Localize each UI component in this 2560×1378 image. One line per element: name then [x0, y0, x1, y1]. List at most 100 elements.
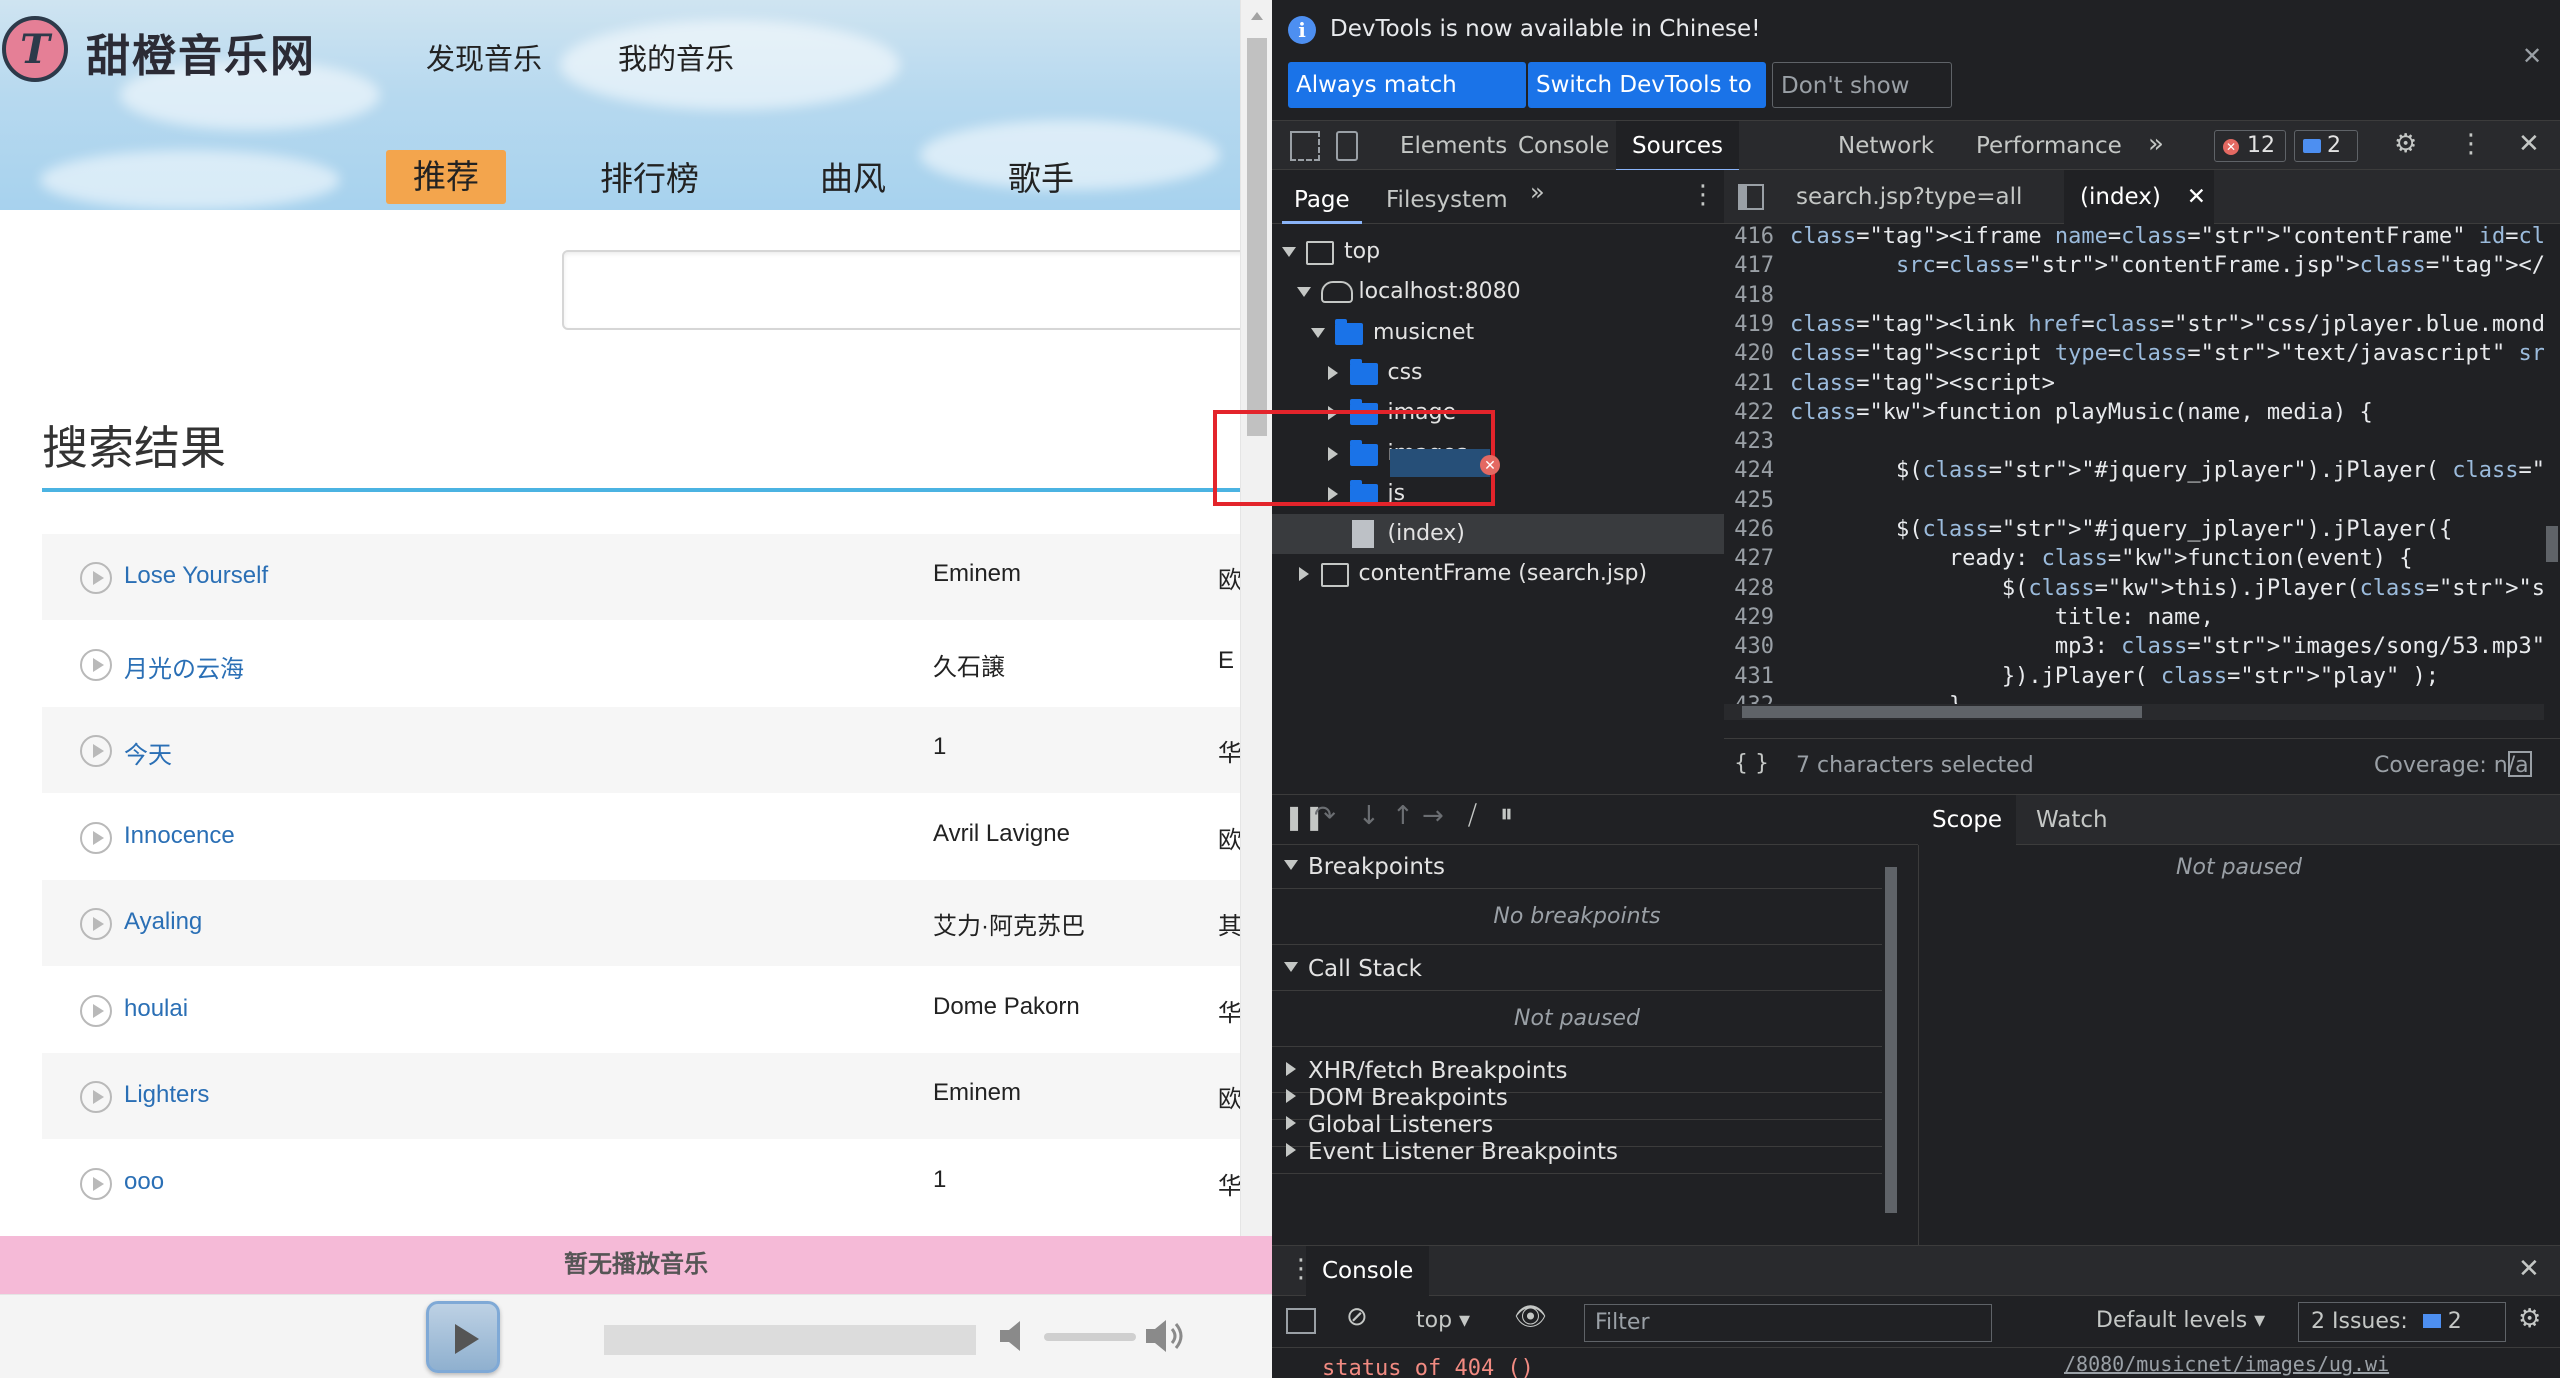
editor-tab-search[interactable]: search.jsp?type=all [1780, 170, 2038, 224]
step-over-icon[interactable]: ↷ [1314, 801, 1336, 831]
play-circle-icon[interactable] [80, 735, 112, 767]
song-row[interactable]: 月光の云海 久石譲 E [42, 620, 1252, 707]
more-tabs-icon[interactable]: » [2148, 129, 2164, 159]
collapse-arrow-icon[interactable] [1286, 1062, 1296, 1076]
song-title[interactable]: Innocence [124, 822, 235, 850]
play-button[interactable] [426, 1301, 500, 1373]
search-input[interactable] [562, 250, 1272, 330]
drawer-tab-console[interactable]: Console [1306, 1246, 1430, 1296]
match-language-button[interactable]: Always match Chrome's language [1288, 62, 1526, 190]
expand-arrow-icon[interactable] [1284, 962, 1298, 972]
section-call-stack[interactable]: Call Stack [1272, 947, 1882, 991]
subnav-singers[interactable]: 歌手 [1008, 152, 1074, 200]
tree-item-index[interactable]: (index) [1272, 514, 1724, 555]
expand-arrow-icon[interactable] [1311, 327, 1325, 338]
tree-item-localhost[interactable]: localhost:8080 [1272, 272, 1724, 312]
collapse-arrow-icon[interactable] [1327, 365, 1338, 380]
pause-on-exceptions-icon[interactable]: ⏸ [1500, 799, 1513, 830]
scrollbar-thumb[interactable] [1247, 38, 1267, 436]
play-circle-icon[interactable] [80, 908, 112, 940]
navigator-menu-icon[interactable]: ⋮ [1690, 180, 1716, 210]
song-row[interactable]: ooo 1 华 [42, 1139, 1252, 1226]
toggle-debugger-icon[interactable] [2508, 751, 2532, 777]
section-event-listener-breakpoints[interactable]: Event Listener Breakpoints [1272, 1130, 1882, 1174]
site-scrollbar[interactable] [1240, 0, 1272, 1378]
song-row[interactable]: Lighters Eminem 欧 [42, 1053, 1252, 1139]
song-row[interactable]: Lose Yourself Eminem 欧 [42, 534, 1252, 620]
pretty-print-icon[interactable]: { } [1734, 751, 1769, 776]
site-logo[interactable]: T [2, 16, 68, 82]
step-out-icon[interactable]: ↑ [1392, 801, 1414, 831]
error-count-badge[interactable]: ✕ 12 [2214, 130, 2286, 162]
tab-watch[interactable]: Watch [2022, 795, 2122, 845]
tree-item-contentframe[interactable]: contentFrame (search.jsp) [1272, 554, 1724, 594]
navigator-tab-filesystem[interactable]: Filesystem [1386, 180, 1508, 224]
tree-item-musicnet[interactable]: musicnet [1272, 313, 1724, 353]
line-number[interactable]: 423 [1724, 427, 1774, 456]
line-number[interactable]: 422 [1724, 398, 1774, 427]
song-title[interactable]: 月光の云海 [124, 649, 244, 684]
tab-scope[interactable]: Scope [1918, 795, 2017, 845]
tree-item-css[interactable]: css [1272, 353, 1724, 393]
song-title[interactable]: Lose Yourself [124, 562, 268, 590]
line-number[interactable]: 419 [1724, 310, 1774, 339]
console-filter-input[interactable]: Filter [1584, 1304, 1992, 1342]
toggle-navigator-icon[interactable] [1738, 184, 1764, 210]
tab-performance[interactable]: Performance [1976, 121, 2122, 171]
close-tab-icon[interactable]: ✕ [2187, 170, 2206, 224]
scrollbar-thumb[interactable] [1885, 867, 1897, 1213]
more-options-icon[interactable]: ⋮ [2458, 129, 2484, 159]
expand-arrow-icon[interactable] [1296, 287, 1311, 298]
editor-vertical-scrollbar[interactable] [2544, 224, 2560, 694]
play-circle-icon[interactable] [80, 1167, 112, 1200]
line-number[interactable]: 427 [1724, 544, 1774, 573]
line-number[interactable]: 416 [1724, 224, 1774, 251]
section-breakpoints[interactable]: Breakpoints [1272, 845, 1882, 889]
line-number[interactable]: 425 [1724, 486, 1774, 515]
device-toolbar-icon[interactable] [1336, 131, 1358, 161]
play-circle-icon[interactable] [80, 562, 112, 594]
step-into-icon[interactable]: ↓ [1358, 801, 1380, 831]
live-expression-eye-icon[interactable]: 👁 [1514, 1302, 1547, 1332]
line-number[interactable]: 431 [1724, 662, 1774, 691]
line-number[interactable]: 432 [1724, 691, 1774, 704]
deactivate-breakpoints-icon[interactable]: ⧸ [1468, 801, 1477, 832]
inspect-element-icon[interactable] [1290, 131, 1320, 161]
switch-chinese-button[interactable]: Switch DevTools to Chinese [1528, 62, 1766, 144]
line-number[interactable]: 424 [1724, 456, 1774, 485]
song-row[interactable]: houlai Dome Pakorn 华 [42, 966, 1252, 1053]
issues-button[interactable]: 2 Issues: 2 [2298, 1302, 2506, 1342]
line-number[interactable]: 418 [1724, 281, 1774, 310]
tab-sources[interactable]: Sources [1616, 121, 1739, 172]
play-circle-icon[interactable] [80, 648, 112, 681]
song-title[interactable]: Lighters [124, 1081, 209, 1109]
line-number[interactable]: 428 [1724, 574, 1774, 603]
settings-gear-icon[interactable]: ⚙ [2394, 129, 2417, 159]
close-devtools-icon[interactable]: ✕ [2518, 129, 2540, 159]
nav-discover-music[interactable]: 发现音乐 [426, 36, 542, 78]
clear-console-icon[interactable]: ⊘ [1346, 1302, 1368, 1332]
collapse-arrow-icon[interactable] [1286, 1089, 1296, 1103]
step-icon[interactable]: → [1422, 801, 1444, 831]
subnav-recommend[interactable]: 推荐 [386, 150, 506, 204]
tree-item-top[interactable]: top [1272, 232, 1724, 272]
song-row[interactable]: Innocence Avril Lavigne 欧 [42, 793, 1252, 880]
scroll-up-icon[interactable] [1251, 12, 1263, 20]
song-row[interactable]: 今天 1 华 [42, 707, 1252, 793]
song-title[interactable]: ooo [124, 1168, 164, 1196]
song-title[interactable]: houlai [124, 995, 188, 1023]
progress-bar[interactable] [604, 1325, 976, 1355]
console-settings-gear-icon[interactable]: ⚙ [2518, 1304, 2541, 1334]
editor-tab-index[interactable]: (index) ✕ [2064, 170, 2214, 224]
volume-slider[interactable] [1044, 1333, 1136, 1341]
tab-console[interactable]: Console [1518, 121, 1609, 171]
scrollbar-thumb[interactable] [2546, 526, 2558, 562]
play-circle-icon[interactable] [80, 1081, 112, 1113]
console-sidebar-icon[interactable] [1286, 1308, 1316, 1334]
volume-max-icon[interactable] [1146, 1317, 1188, 1355]
subnav-genre[interactable]: 曲风 [820, 152, 886, 200]
expand-arrow-icon[interactable] [1284, 860, 1298, 870]
dont-show-again-button[interactable]: Don't show again [1772, 62, 1952, 145]
close-drawer-icon[interactable]: ✕ [2518, 1254, 2540, 1284]
context-selector[interactable]: top ▾ [1416, 1308, 1470, 1333]
